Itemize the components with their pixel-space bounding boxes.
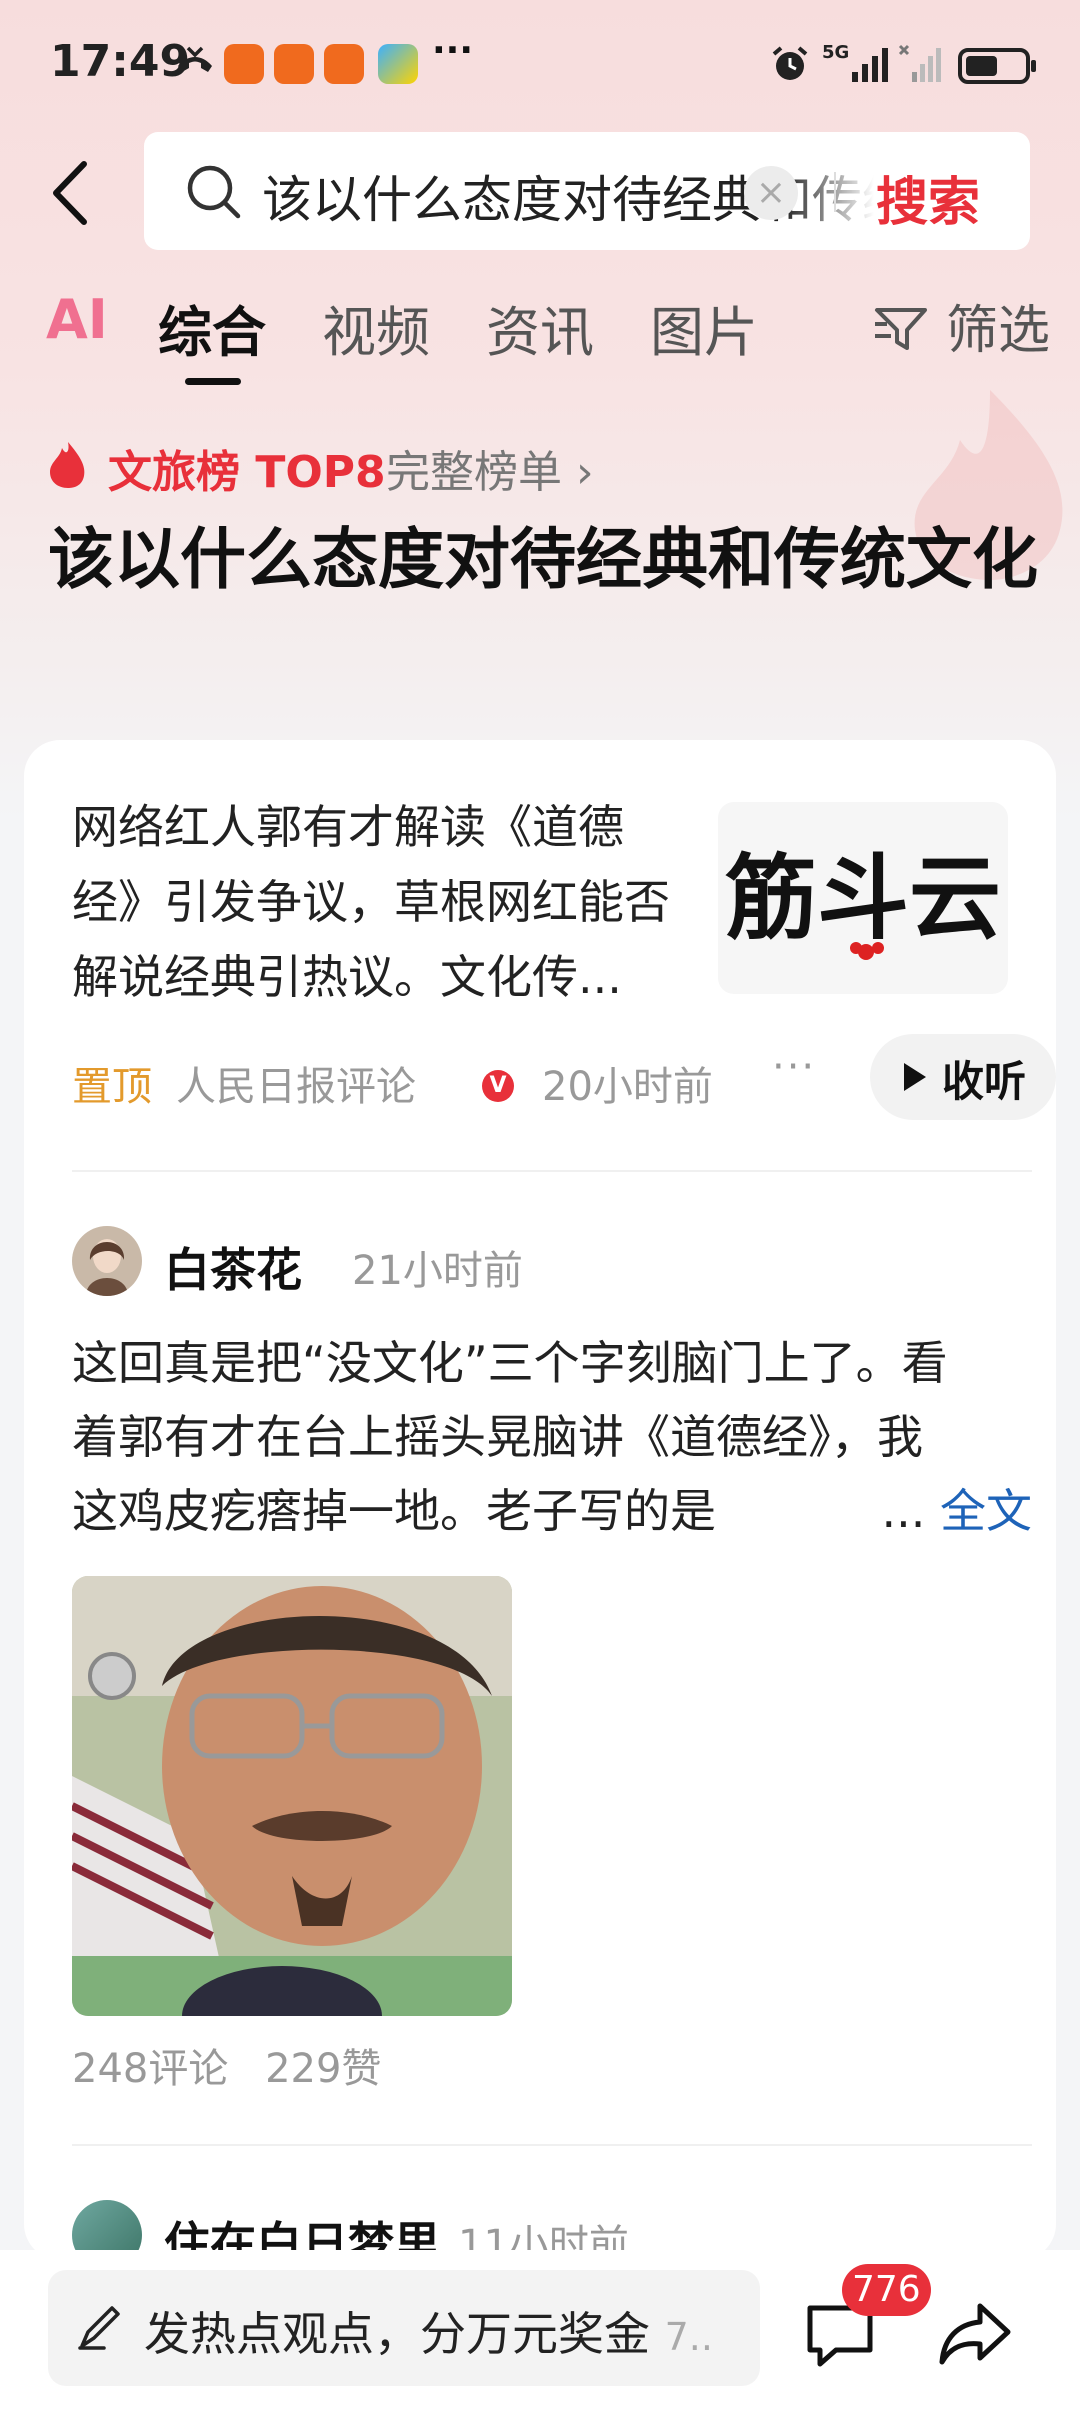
article-time: 20小时前 bbox=[542, 1064, 713, 1110]
category-tabs: AI 综合 视频 资讯 图片 筛选 bbox=[0, 288, 1080, 385]
filter-label: 筛选 bbox=[945, 301, 1050, 361]
tab-comprehensive[interactable]: 综合 bbox=[158, 288, 266, 367]
post-author[interactable]: 白茶花 bbox=[164, 1234, 302, 1300]
status-bar: 17:49 ··· 5G bbox=[0, 0, 1080, 130]
tab-news[interactable]: 资讯 bbox=[486, 288, 594, 367]
signal-icon bbox=[852, 48, 888, 82]
verified-icon: V bbox=[482, 1070, 514, 1102]
article-thumbnail[interactable]: 筋斗云 bbox=[718, 802, 1008, 994]
search-button[interactable]: 搜索 bbox=[876, 160, 980, 235]
comment-count[interactable]: 248评论 bbox=[72, 2046, 228, 2092]
full-text-link: 全文 bbox=[940, 1484, 1032, 1538]
post-line: 这回真是把“没文化”三个字刻脑门上了。看 bbox=[72, 1336, 948, 1390]
search-icon bbox=[187, 165, 241, 219]
share-icon[interactable] bbox=[934, 2294, 1014, 2374]
clear-search-button[interactable]: × bbox=[744, 166, 798, 220]
thumbnail-calligraphy: 筋斗云 bbox=[725, 844, 1001, 960]
article-source[interactable]: 人民日报评论 bbox=[176, 1054, 416, 1112]
bottom-bar: 发热点观点，分万元奖金 7.. 776 bbox=[0, 2250, 1080, 2412]
app-notification-icon bbox=[324, 44, 364, 84]
post-body[interactable]: 这回真是把“没文化”三个字刻脑门上了。看 着郭有才在台上摇头晃脑讲《道德经》，我… bbox=[72, 1326, 1032, 1548]
rank-label: 文旅榜 TOP8 bbox=[108, 447, 386, 498]
search-box[interactable]: 该以什么态度对待经典和传统文化 × 搜索 bbox=[144, 132, 1030, 250]
divider bbox=[72, 1170, 1032, 1172]
comment-count-badge: 776 bbox=[842, 2264, 931, 2316]
network-type: 5G bbox=[822, 42, 850, 63]
listen-button[interactable]: 收听 bbox=[870, 1034, 1056, 1120]
close-icon: × bbox=[755, 172, 787, 213]
full-list-link[interactable]: 完整榜单 › bbox=[386, 436, 594, 500]
full-list-label: 完整榜单 bbox=[386, 447, 562, 498]
results-card: 网络红人郭有才解读《道德经》引发争议，草根网红能否解说经典引热议。文化传... … bbox=[24, 740, 1056, 2271]
back-arrow-icon[interactable] bbox=[44, 158, 104, 228]
article-meta: 置顶 人民日报评论 V 20小时前 ··· 收听 bbox=[72, 1034, 1056, 1120]
post-line: 着郭有才在台上摇头晃脑讲《道德经》，我 bbox=[72, 1410, 923, 1464]
browser-notification-icon bbox=[378, 44, 418, 84]
tab-ai[interactable]: AI bbox=[46, 288, 108, 351]
tab-images[interactable]: 图片 bbox=[650, 288, 758, 367]
post-image[interactable] bbox=[72, 1576, 512, 2016]
ellipsis: ... bbox=[881, 1484, 926, 1538]
topic-title: 该以什么态度对待经典和传统文化 bbox=[48, 521, 1038, 598]
chevron-right-icon: › bbox=[576, 447, 594, 498]
post-time: 21小时前 bbox=[352, 1248, 523, 1294]
comment-placeholder-suffix: 7.. bbox=[664, 2315, 713, 2359]
pinned-label: 置顶 bbox=[72, 1064, 152, 1110]
battery-icon bbox=[958, 48, 1036, 84]
search-divider bbox=[834, 172, 836, 212]
tab-video[interactable]: 视频 bbox=[322, 288, 430, 367]
comment-placeholder-text: 发热点观点，分万元奖金 bbox=[144, 2307, 650, 2361]
article-summary[interactable]: 网络红人郭有才解读《道德经》引发争议，草根网红能否解说经典引热议。文化传... bbox=[72, 790, 672, 1015]
flame-icon bbox=[50, 442, 85, 488]
listen-label: 收听 bbox=[942, 1057, 1027, 1106]
thumbnail-text: 筋斗云 bbox=[725, 844, 1001, 952]
comment-placeholder: 发热点观点，分万元奖金 7.. bbox=[144, 2298, 744, 2364]
active-tab-indicator bbox=[185, 378, 241, 385]
signal-weak-icon bbox=[898, 44, 941, 82]
expand-full-text[interactable]: ... 全文 bbox=[882, 1474, 1033, 1548]
app-notification-icon bbox=[224, 44, 264, 84]
filter-icon bbox=[875, 308, 928, 350]
play-icon bbox=[904, 1063, 926, 1091]
status-time: 17:49 bbox=[50, 36, 191, 87]
filter-button[interactable]: 筛选 bbox=[873, 288, 1050, 363]
like-count[interactable]: 229赞 bbox=[265, 2046, 381, 2092]
missed-call-icon bbox=[178, 46, 212, 72]
divider bbox=[72, 2144, 1032, 2146]
alarm-icon bbox=[772, 46, 808, 80]
more-notifications-icon: ··· bbox=[432, 30, 474, 71]
comment-input[interactable]: 发热点观点，分万元奖金 7.. bbox=[48, 2270, 760, 2386]
avatar[interactable] bbox=[72, 1226, 142, 1296]
app-notification-icon bbox=[274, 44, 314, 84]
post-stats: 248评论 229赞 bbox=[72, 2036, 405, 2094]
more-options-button[interactable]: ··· bbox=[772, 1044, 816, 1090]
pen-icon bbox=[78, 2306, 120, 2350]
